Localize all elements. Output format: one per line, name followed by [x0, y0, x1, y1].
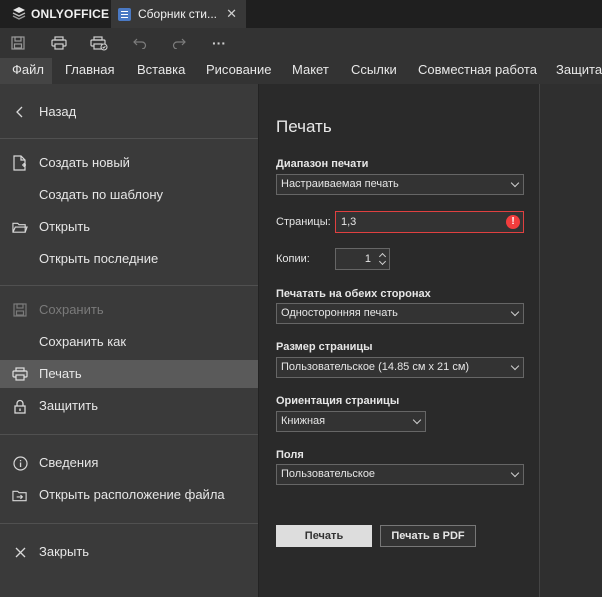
save-as-button[interactable]: Сохранить как: [0, 328, 258, 356]
create-new-button[interactable]: Создать новый: [0, 149, 258, 177]
file-menu-panel: Назад Создать новый Создать по шаблону О…: [0, 84, 258, 597]
error-icon: !: [506, 215, 520, 229]
open-recent-label: Открыть последние: [39, 251, 159, 266]
app-logo: ONLYOFFICE: [12, 6, 109, 22]
page-size-value: Пользовательское (14.85 см x 21 см): [281, 361, 470, 373]
back-label: Назад: [39, 104, 77, 119]
open-label: Открыть: [39, 219, 91, 234]
protect-label: Защитить: [39, 398, 98, 413]
save-button[interactable]: Сохранить: [0, 296, 258, 324]
info-button[interactable]: Сведения: [0, 449, 258, 477]
save-icon: [12, 302, 28, 318]
document-tab-title: Сборник сти...: [138, 7, 218, 21]
tab-draw[interactable]: Рисование: [194, 58, 283, 84]
divider: [0, 523, 258, 524]
print-range-value: Настраиваемая печать: [281, 178, 399, 190]
pages-input[interactable]: 1,3 !: [335, 211, 524, 233]
print-label: Печать: [39, 366, 82, 381]
divider: [0, 434, 258, 435]
open-file-location-button[interactable]: Открыть расположение файла: [0, 481, 258, 509]
divider: [0, 285, 258, 286]
tab-insert[interactable]: Вставка: [125, 58, 197, 84]
redo-icon[interactable]: [170, 34, 188, 52]
create-template-label: Создать по шаблону: [39, 187, 164, 202]
print-range-label: Диапазон печати: [276, 158, 369, 170]
close-icon: [12, 544, 28, 560]
lock-icon: [12, 398, 28, 414]
folder-icon: [12, 219, 28, 235]
print-to-pdf-button[interactable]: Печать в PDF: [380, 525, 476, 547]
chevron-down-icon: [510, 307, 520, 317]
tab-layout[interactable]: Макет: [280, 58, 341, 84]
duplex-value: Односторонняя печать: [281, 307, 398, 319]
info-label: Сведения: [39, 455, 99, 470]
pages-label: Страницы:: [276, 216, 331, 228]
open-recent-button[interactable]: Открыть последние: [0, 245, 258, 273]
print-icon[interactable]: [50, 34, 68, 52]
copies-value: 1: [364, 253, 371, 265]
info-icon: [12, 455, 28, 471]
menu-tabs: Файл Главная Вставка Рисование Макет Ссы…: [0, 58, 602, 84]
tab-collaboration[interactable]: Совместная работа: [406, 58, 549, 84]
close-tab-icon[interactable]: ✕: [226, 7, 237, 21]
tab-home[interactable]: Главная: [53, 58, 126, 84]
chevron-down-icon: [510, 361, 520, 371]
print-icon: [12, 366, 28, 382]
title-bar: ONLYOFFICE Сборник сти... ✕: [0, 0, 602, 28]
page-size-label: Размер страницы: [276, 341, 373, 353]
copies-label: Копии:: [276, 253, 310, 265]
pages-input-value: 1,3: [341, 216, 357, 228]
quick-access-toolbar: ···: [0, 28, 602, 58]
preview-area: [539, 84, 602, 597]
tab-file[interactable]: Файл: [0, 58, 52, 84]
copies-stepper[interactable]: 1: [335, 248, 390, 270]
more-icon[interactable]: ···: [210, 34, 228, 52]
print-button[interactable]: Печать: [276, 525, 372, 547]
duplex-select[interactable]: Односторонняя печать: [276, 303, 524, 324]
create-from-template-button[interactable]: Создать по шаблону: [0, 181, 258, 209]
close-button[interactable]: Закрыть: [0, 538, 258, 566]
print-range-select[interactable]: Настраиваемая печать: [276, 174, 524, 195]
chevron-down-icon[interactable]: [378, 257, 387, 266]
app-name: ONLYOFFICE: [31, 7, 110, 21]
page-size-select[interactable]: Пользовательское (14.85 см x 21 см): [276, 357, 524, 378]
new-document-icon: [12, 155, 28, 171]
undo-icon[interactable]: [131, 34, 149, 52]
margins-label: Поля: [276, 449, 304, 461]
tab-protection[interactable]: Защита: [544, 58, 602, 84]
document-tab[interactable]: Сборник сти... ✕: [111, 0, 246, 28]
orientation-select[interactable]: Книжная: [276, 411, 426, 432]
save-as-label: Сохранить как: [39, 334, 127, 349]
onlyoffice-logo-icon: [12, 6, 26, 23]
save-label: Сохранить: [39, 302, 104, 317]
chevron-down-icon: [412, 415, 422, 425]
margins-value: Пользовательское: [281, 468, 376, 480]
margins-select[interactable]: Пользовательское: [276, 464, 524, 485]
folder-arrow-icon: [12, 487, 28, 503]
tab-references[interactable]: Ссылки: [339, 58, 409, 84]
orientation-value: Книжная: [281, 415, 326, 427]
chevron-left-icon: [12, 104, 28, 120]
divider: [0, 138, 258, 139]
chevron-down-icon: [510, 468, 520, 478]
open-location-label: Открыть расположение файла: [39, 487, 225, 502]
document-icon: [118, 7, 131, 21]
save-icon[interactable]: [9, 34, 27, 52]
print-menu-item[interactable]: Печать: [0, 360, 258, 388]
protect-button[interactable]: Защитить: [0, 392, 258, 420]
open-button[interactable]: Открыть: [0, 213, 258, 241]
print-settings-pane: Печать Диапазон печати Настраиваемая печ…: [258, 84, 539, 597]
create-new-label: Создать новый: [39, 155, 130, 170]
chevron-down-icon: [510, 178, 520, 188]
page-title: Печать: [276, 117, 332, 136]
back-button[interactable]: Назад: [0, 98, 258, 126]
quick-print-icon[interactable]: [90, 34, 108, 52]
orientation-label: Ориентация страницы: [276, 395, 400, 407]
close-label: Закрыть: [39, 544, 90, 559]
duplex-label: Печатать на обеих сторонах: [276, 288, 431, 300]
